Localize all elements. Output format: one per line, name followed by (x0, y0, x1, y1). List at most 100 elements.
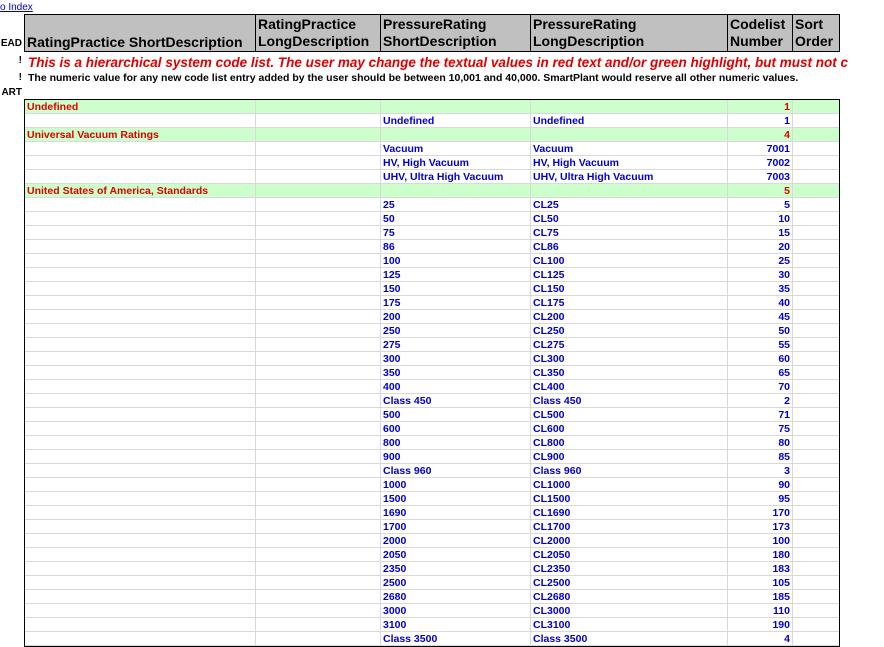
codelist-number-cell[interactable]: 7002 (728, 156, 793, 170)
codelist-number-cell[interactable]: 35 (728, 282, 793, 296)
pressurerating-long-cell[interactable]: CL300 (531, 352, 728, 366)
pressurerating-short-cell[interactable]: 1700 (381, 520, 531, 534)
sort-order-cell[interactable] (793, 380, 839, 394)
header-sort-order[interactable]: Sort Order (792, 14, 840, 52)
codelist-number-cell[interactable]: 90 (728, 478, 793, 492)
pressurerating-long-cell[interactable] (531, 128, 728, 142)
sort-order-cell[interactable] (793, 366, 839, 380)
ratingpractice-short-cell[interactable] (25, 352, 256, 366)
sort-order-cell[interactable] (793, 394, 839, 408)
pressurerating-short-cell[interactable]: 1000 (381, 478, 531, 492)
ratingpractice-long-cell[interactable] (256, 254, 381, 268)
ratingpractice-short-cell[interactable] (25, 464, 256, 478)
ratingpractice-long-cell[interactable] (256, 562, 381, 576)
sort-order-cell[interactable] (793, 114, 839, 128)
ratingpractice-short-cell[interactable] (25, 380, 256, 394)
ratingpractice-long-cell[interactable] (256, 506, 381, 520)
ratingpractice-short-cell[interactable] (25, 296, 256, 310)
pressurerating-long-cell[interactable]: CL2000 (531, 534, 728, 548)
codelist-number-cell[interactable]: 55 (728, 338, 793, 352)
pressurerating-long-cell[interactable]: CL25 (531, 198, 728, 212)
codelist-number-cell[interactable]: 75 (728, 422, 793, 436)
sort-order-cell[interactable] (793, 268, 839, 282)
ratingpractice-short-cell[interactable]: Universal Vacuum Ratings (25, 128, 256, 142)
sort-order-cell[interactable] (793, 408, 839, 422)
ratingpractice-long-cell[interactable] (256, 170, 381, 184)
pressurerating-short-cell[interactable]: 400 (381, 380, 531, 394)
codelist-number-cell[interactable]: 71 (728, 408, 793, 422)
ratingpractice-short-cell[interactable] (25, 142, 256, 156)
pressurerating-short-cell[interactable]: Class 960 (381, 464, 531, 478)
codelist-number-cell[interactable]: 7003 (728, 170, 793, 184)
pressurerating-short-cell[interactable]: 86 (381, 240, 531, 254)
ratingpractice-long-cell[interactable] (256, 464, 381, 478)
codelist-number-cell[interactable]: 4 (728, 632, 793, 646)
header-pressurerating-long[interactable]: PressureRating LongDescription (530, 14, 728, 52)
codelist-number-cell[interactable]: 4 (728, 128, 793, 142)
sort-order-cell[interactable] (793, 520, 839, 534)
pressurerating-short-cell[interactable]: 3000 (381, 604, 531, 618)
ratingpractice-short-cell[interactable] (25, 450, 256, 464)
sort-order-cell[interactable] (793, 254, 839, 268)
codelist-number-cell[interactable]: 5 (728, 184, 793, 198)
pressurerating-long-cell[interactable]: UHV, Ultra High Vacuum (531, 170, 728, 184)
pressurerating-short-cell[interactable] (381, 184, 531, 198)
pressurerating-short-cell[interactable] (381, 100, 531, 114)
ratingpractice-short-cell[interactable] (25, 604, 256, 618)
ratingpractice-long-cell[interactable] (256, 604, 381, 618)
ratingpractice-long-cell[interactable] (256, 296, 381, 310)
sort-order-cell[interactable] (793, 310, 839, 324)
pressurerating-short-cell[interactable]: 300 (381, 352, 531, 366)
ratingpractice-short-cell[interactable] (25, 436, 256, 450)
pressurerating-long-cell[interactable]: CL75 (531, 226, 728, 240)
sort-order-cell[interactable] (793, 282, 839, 296)
ratingpractice-long-cell[interactable] (256, 226, 381, 240)
pressurerating-long-cell[interactable]: CL2050 (531, 548, 728, 562)
pressurerating-short-cell[interactable]: Vacuum (381, 142, 531, 156)
codelist-number-cell[interactable]: 80 (728, 436, 793, 450)
pressurerating-long-cell[interactable]: CL1700 (531, 520, 728, 534)
sort-order-cell[interactable] (793, 478, 839, 492)
pressurerating-short-cell[interactable]: 25 (381, 198, 531, 212)
codelist-number-cell[interactable]: 30 (728, 268, 793, 282)
sort-order-cell[interactable] (793, 604, 839, 618)
header-ratingpractice-short[interactable]: RatingPractice ShortDescription (24, 14, 256, 52)
ratingpractice-long-cell[interactable] (256, 492, 381, 506)
pressurerating-long-cell[interactable]: CL350 (531, 366, 728, 380)
codelist-number-cell[interactable]: 185 (728, 590, 793, 604)
ratingpractice-long-cell[interactable] (256, 366, 381, 380)
pressurerating-short-cell[interactable]: HV, High Vacuum (381, 156, 531, 170)
pressurerating-short-cell[interactable]: 900 (381, 450, 531, 464)
codelist-number-cell[interactable]: 65 (728, 366, 793, 380)
pressurerating-long-cell[interactable]: HV, High Vacuum (531, 156, 728, 170)
ratingpractice-short-cell[interactable] (25, 282, 256, 296)
pressurerating-long-cell[interactable]: CL2500 (531, 576, 728, 590)
pressurerating-long-cell[interactable]: CL1000 (531, 478, 728, 492)
ratingpractice-long-cell[interactable] (256, 156, 381, 170)
sort-order-cell[interactable] (793, 296, 839, 310)
pressurerating-short-cell[interactable]: Class 3500 (381, 632, 531, 646)
ratingpractice-short-cell[interactable]: Undefined (25, 100, 256, 114)
pressurerating-short-cell[interactable]: Undefined (381, 114, 531, 128)
codelist-number-cell[interactable]: 1 (728, 114, 793, 128)
pressurerating-short-cell[interactable]: 500 (381, 408, 531, 422)
header-codelist-number[interactable]: Codelist Number (727, 14, 793, 52)
ratingpractice-long-cell[interactable] (256, 324, 381, 338)
ratingpractice-long-cell[interactable] (256, 128, 381, 142)
pressurerating-long-cell[interactable]: CL2680 (531, 590, 728, 604)
sort-order-cell[interactable] (793, 548, 839, 562)
sort-order-cell[interactable] (793, 212, 839, 226)
ratingpractice-short-cell[interactable] (25, 632, 256, 646)
pressurerating-long-cell[interactable] (531, 100, 728, 114)
ratingpractice-long-cell[interactable] (256, 548, 381, 562)
ratingpractice-short-cell[interactable] (25, 212, 256, 226)
ratingpractice-short-cell[interactable] (25, 240, 256, 254)
pressurerating-long-cell[interactable]: Class 450 (531, 394, 728, 408)
codelist-number-cell[interactable]: 7001 (728, 142, 793, 156)
ratingpractice-short-cell[interactable] (25, 534, 256, 548)
ratingpractice-short-cell[interactable] (25, 492, 256, 506)
pressurerating-long-cell[interactable]: Class 3500 (531, 632, 728, 646)
ratingpractice-long-cell[interactable] (256, 520, 381, 534)
ratingpractice-short-cell[interactable] (25, 506, 256, 520)
pressurerating-long-cell[interactable]: CL50 (531, 212, 728, 226)
